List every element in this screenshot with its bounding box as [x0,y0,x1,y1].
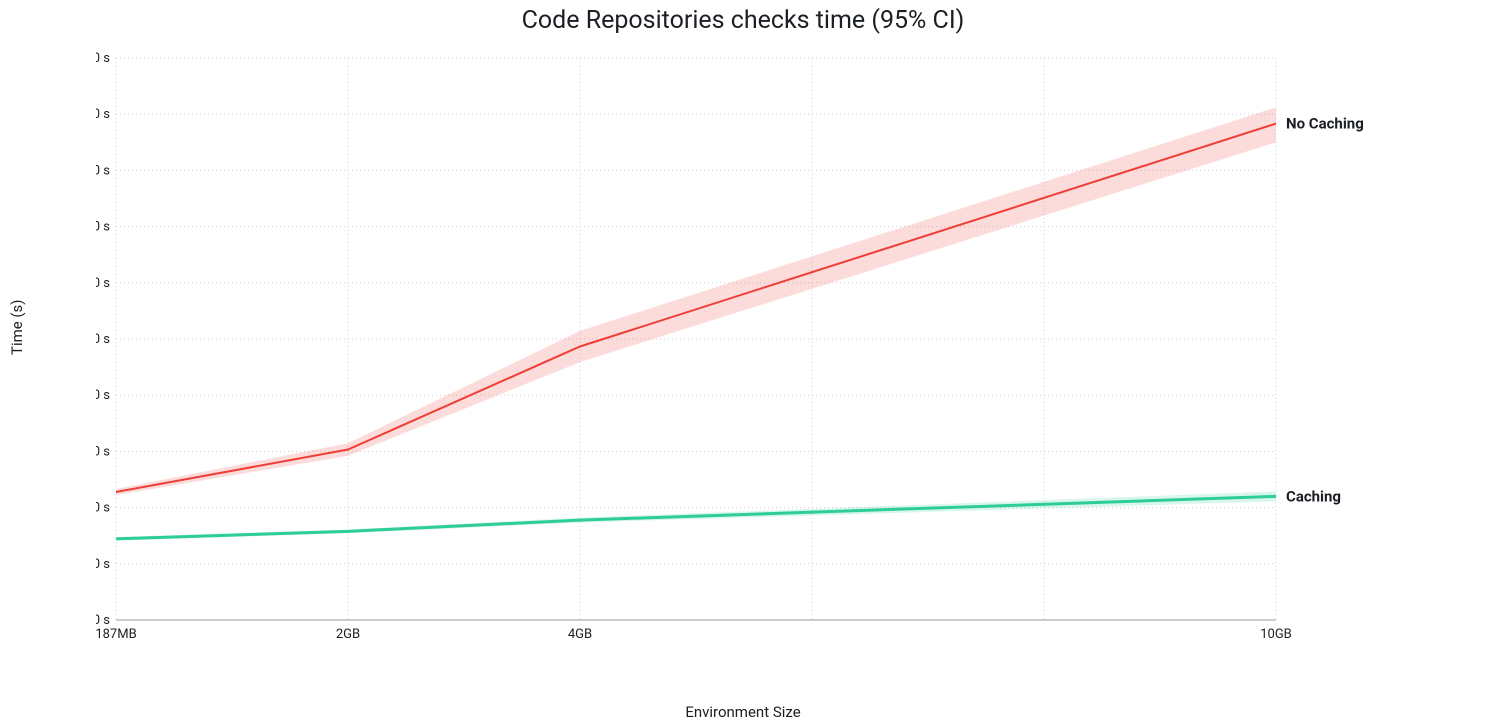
chart-container: Code Repositories checks time (95% CI) T… [0,0,1486,727]
y-tick-label: 360 s [96,388,110,403]
y-tick-label: 630 s [96,220,110,235]
x-axis: 187MB 2GB 4GB 10GB [96,620,1292,642]
chart-title: Code Repositories checks time (95% CI) [0,6,1486,35]
y-tick-label: 270 s [96,444,110,459]
x-tick-label: 2GB [336,627,360,642]
y-tick-label: 450 s [96,332,110,347]
caching-label: Caching [1286,487,1341,505]
y-tick-label: 900 s [96,51,110,66]
confidence-bands [116,107,1276,540]
no-caching-ci-band [116,107,1276,495]
x-tick-label: 4GB [568,627,592,642]
plot-area: 0 s 90 s 180 s 270 s 360 s 450 s 540 s 630 s 720… [96,48,1396,660]
y-tick-label: 720 s [96,163,110,178]
no-caching-label: No Caching [1286,115,1364,133]
y-tick-label: 810 s [96,107,110,122]
y-axis: 0 s 90 s 180 s 270 s 360 s 450 s 540 s 630 s 720… [96,51,110,628]
x-tick-label: 10GB [1260,627,1292,642]
y-tick-label: 90 s [96,557,110,572]
y-tick-label: 540 s [96,276,110,291]
y-tick-label: 0 s [96,613,110,628]
plot-svg: 0 s 90 s 180 s 270 s 360 s 450 s 540 s 630 s 720… [96,48,1396,660]
caching-line [116,496,1276,538]
x-axis-label: Environment Size [0,703,1486,721]
series-labels: No Caching Caching [1286,115,1364,506]
grid-horizontal [116,58,1276,620]
y-axis-label: Time (s) [8,299,26,355]
x-tick-label: 187MB [96,627,137,642]
y-tick-label: 180 s [96,501,110,516]
